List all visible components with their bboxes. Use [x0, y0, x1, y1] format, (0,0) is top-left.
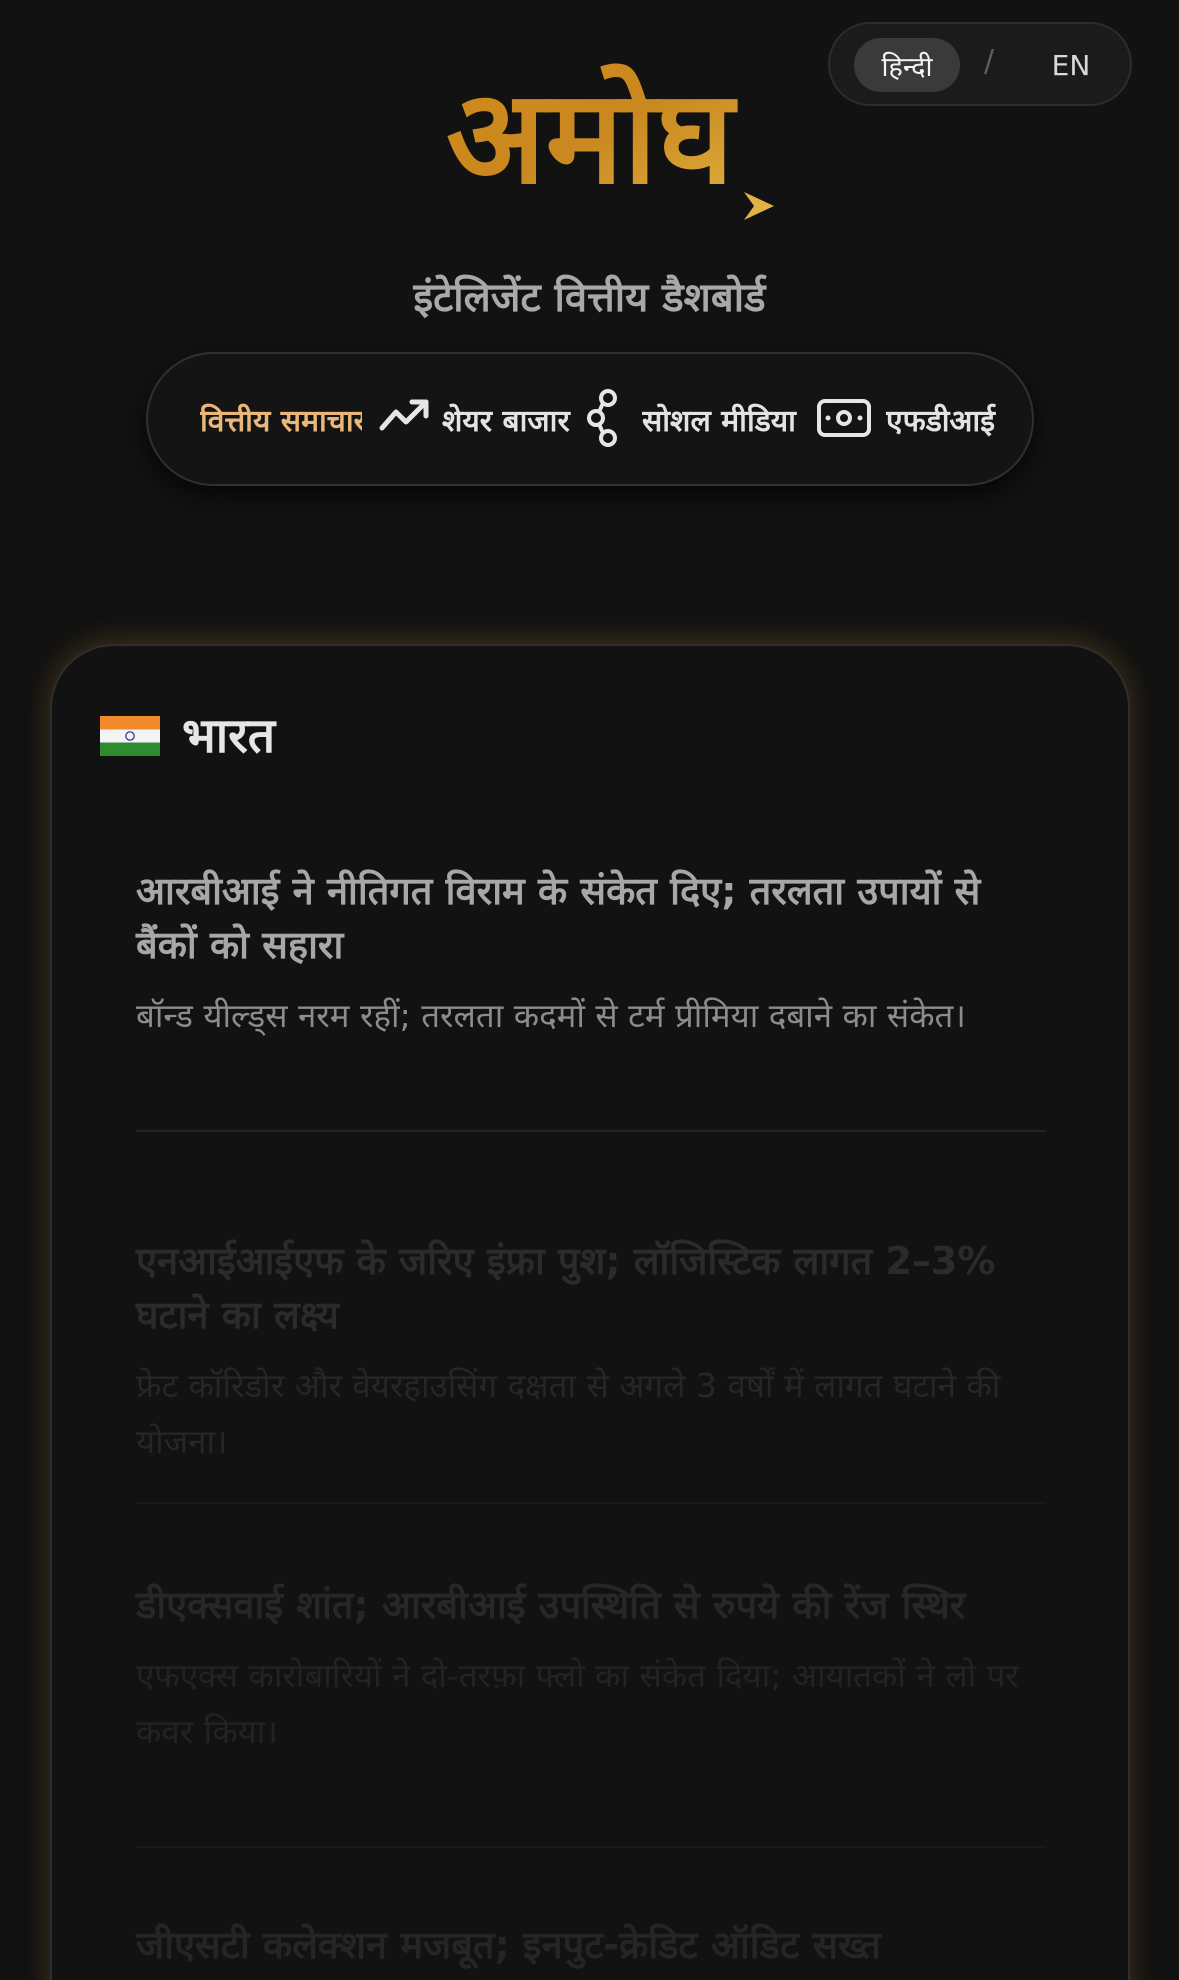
news-item[interactable]: डीएक्सवाई शांत; आरबीआई उपस्थिति से रुपये…	[136, 1578, 1046, 1760]
brand-logo: अमोघ	[397, 61, 774, 220]
nav-item-fdi[interactable]: एफडीआई	[886, 354, 1026, 484]
trending-up-icon	[379, 399, 429, 431]
news-summary: फ्रेट कॉरिडोर और वेयरहाउसिंग दक्षता से अ…	[136, 1366, 1001, 1461]
news-title: जीएसटी कलेक्शन मजबूत; इनपुट-क्रेडिट ऑडिट…	[136, 1923, 881, 1967]
nav-item-label: वित्तीय समाचार	[200, 403, 362, 439]
money-icon	[817, 399, 871, 437]
nav-item-label: शेयर बाजार	[442, 403, 570, 439]
news-title: डीएक्सवाई शांत; आरबीआई उपस्थिति से रुपये…	[136, 1583, 966, 1627]
news-divider	[136, 1130, 1046, 1132]
brand-logo-text: अमोघ	[446, 61, 738, 213]
news-divider	[136, 1502, 1046, 1504]
language-toggle: हिन्दी / EN	[828, 22, 1132, 106]
country-news-card: भारत आरबीआई ने नीतिगत विराम के संकेत दिए…	[50, 644, 1130, 1980]
category-nav: वित्तीय समाचार शेयर बाजार सोशल मीडिया एफ…	[146, 352, 1034, 486]
news-item[interactable]: जीएसटी कलेक्शन मजबूत; इनपुट-क्रेडिट ऑडिट…	[136, 1918, 1046, 1972]
india-flag-icon	[100, 716, 160, 756]
share-icon	[587, 389, 617, 447]
nav-item-label: एफडीआई	[886, 403, 995, 439]
news-item[interactable]: आरबीआई ने नीतिगत विराम के संकेत दिए; तरल…	[136, 864, 1046, 1044]
country-heading: भारत	[182, 708, 276, 764]
news-title: आरबीआई ने नीतिगत विराम के संकेत दिए; तरल…	[136, 869, 981, 967]
page-subtitle: इंटेलिजेंट वित्तीय डैशबोर्ड	[413, 275, 766, 321]
news-summary: बॉन्ड यील्ड्स नरम रहीं; तरलता कदमों से ट…	[136, 996, 966, 1035]
nav-item-stock-market[interactable]: शेयर बाजार	[442, 354, 582, 484]
news-divider	[136, 1846, 1046, 1848]
language-separator: /	[984, 44, 995, 79]
language-english-button[interactable]: EN	[1026, 38, 1116, 92]
news-item[interactable]: एनआईआईएफ के जरिए इंफ्रा पुश; लॉजिस्टिक ल…	[136, 1234, 1046, 1470]
nav-item-social-media[interactable]: सोशल मीडिया	[642, 354, 800, 484]
language-hindi-button[interactable]: हिन्दी	[854, 38, 960, 92]
nav-item-label: सोशल मीडिया	[642, 403, 796, 439]
nav-item-financial-news[interactable]: वित्तीय समाचार	[200, 354, 362, 484]
news-summary: एफएक्स कारोबारियों ने दो-तरफ़ा फ्लो का स…	[136, 1656, 1019, 1751]
news-title: एनआईआईएफ के जरिए इंफ्रा पुश; लॉजिस्टिक ल…	[136, 1239, 996, 1337]
